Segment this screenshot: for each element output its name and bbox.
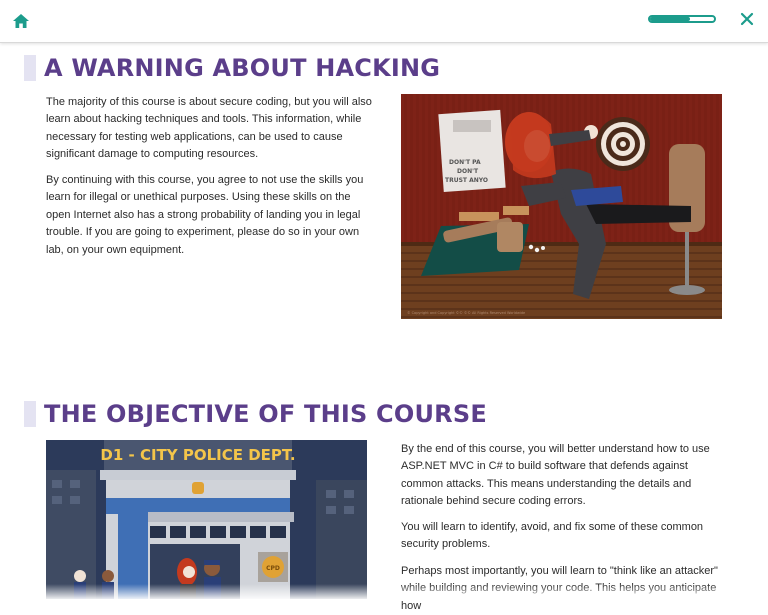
section-warning-heading: A WARNING ABOUT HACKING — [24, 54, 440, 82]
section-objective-heading: THE OBJECTIVE OF THIS COURSE — [24, 400, 487, 428]
home-icon[interactable] — [12, 12, 30, 30]
badge-emblem — [192, 482, 204, 494]
dartboard — [596, 117, 650, 171]
poster: DON'T PA DON'T TRUST ANYO — [438, 109, 506, 192]
section-title: A WARNING ABOUT HACKING — [44, 54, 441, 82]
progress-bar-fill — [650, 17, 690, 21]
hacker-kick-illustration: DON'T PA DON'T TRUST ANYO © Copyright an… — [401, 94, 722, 319]
cpd-badge-text: CPD — [266, 565, 280, 572]
section-title: THE OBJECTIVE OF THIS COURSE — [44, 400, 487, 428]
police-sign-text: D1 - CITY POLICE DEPT. — [100, 446, 295, 464]
warning-paragraph-2: By continuing with this course, you agre… — [46, 174, 364, 256]
objective-paragraph-2: You will learn to identify, avoid, and f… — [401, 521, 704, 551]
warning-paragraph-1: The majority of this course is about sec… — [46, 96, 372, 161]
illustration-copyright: © Copyright and Copyright ©© ©© All Righ… — [407, 311, 525, 315]
poster-text-3: TRUST ANYO — [445, 177, 488, 184]
heading-accent-bar — [24, 55, 36, 81]
course-progress-bar — [648, 15, 716, 23]
poster-text-1: DON'T PA — [449, 159, 481, 166]
bottom-scroll-fade — [0, 584, 768, 599]
close-icon[interactable] — [740, 12, 754, 26]
heading-accent-bar — [24, 401, 36, 427]
police-station-illustration: D1 - CITY POLICE DEPT. CPD — [46, 440, 367, 599]
objective-paragraph-1: By the end of this course, you will bett… — [401, 443, 710, 508]
illustration-svg: DON'T PA DON'T TRUST ANYO © Copyright an… — [401, 94, 722, 319]
poster-text-2: DON'T — [457, 168, 479, 175]
illustration-svg: D1 - CITY POLICE DEPT. CPD — [46, 440, 367, 599]
top-bar — [0, 0, 768, 43]
